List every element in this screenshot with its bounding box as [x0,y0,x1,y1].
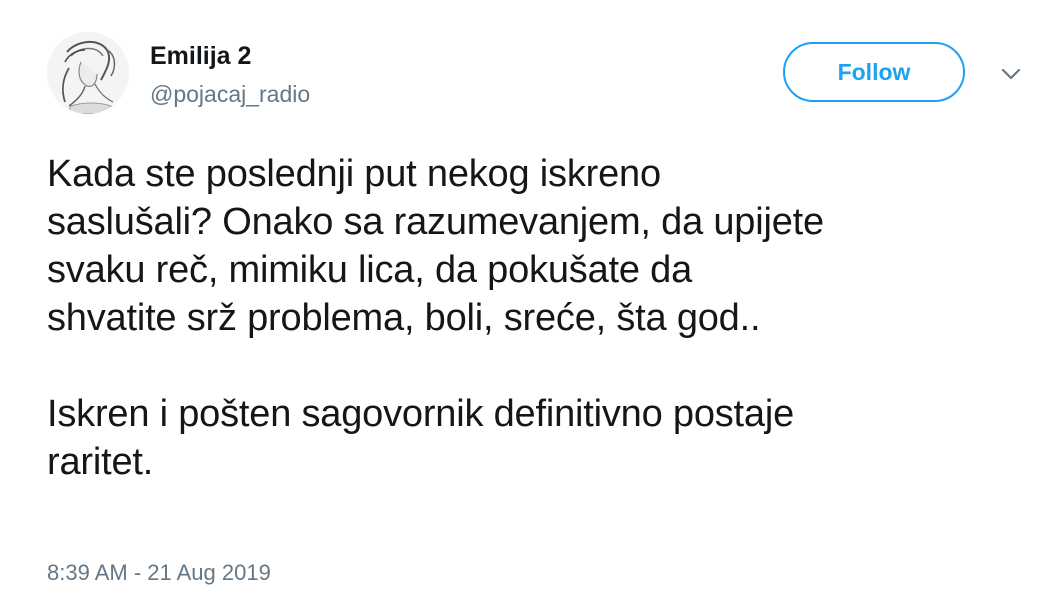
chevron-down-icon [1001,68,1021,80]
user-handle[interactable]: @pojacaj_radio [150,80,310,108]
more-options-button[interactable] [997,62,1025,86]
avatar-sketch-icon [47,32,129,114]
avatar[interactable] [47,32,129,114]
tweet-timestamp[interactable]: 8:39 AM - 21 Aug 2019 [47,559,271,587]
tweet-card: Emilija 2 @pojacaj_radio Follow Kada ste… [0,0,1064,603]
tweet-text: Kada ste poslednji put nekog iskreno sas… [47,153,824,483]
display-name[interactable]: Emilija 2 [150,41,251,71]
follow-button[interactable]: Follow [783,42,965,102]
